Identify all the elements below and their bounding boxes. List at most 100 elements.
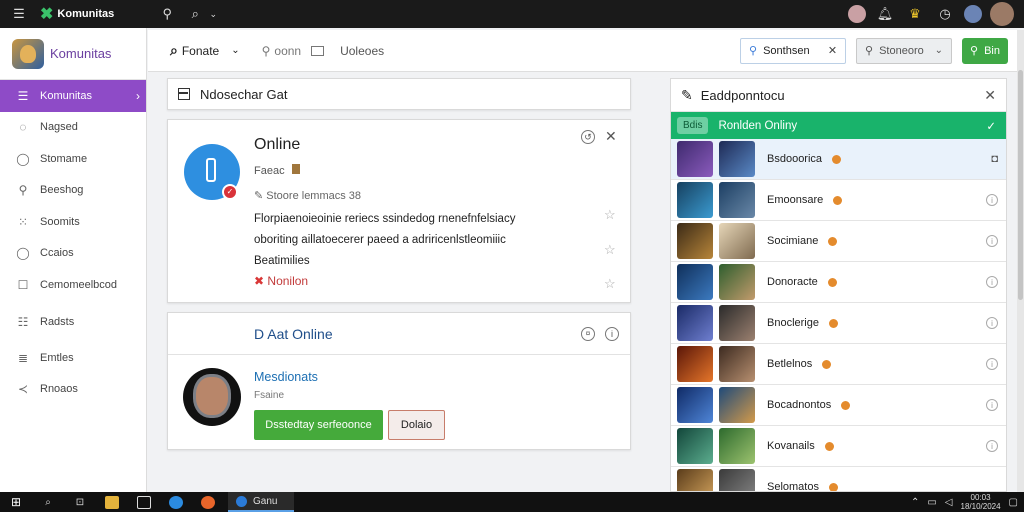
coin-icon — [828, 482, 838, 491]
action-button[interactable]: ⚲ Bin — [962, 37, 1008, 64]
star-icon[interactable]: ☆ — [604, 276, 616, 292]
sidebar-item-soomits[interactable]: ⁙ Soomits — [0, 206, 146, 238]
search-pill[interactable]: ⚲ Sonthsen ✕ — [740, 37, 847, 64]
sidebar-item-nagsed[interactable]: ◌ Nagsed — [0, 112, 146, 144]
post-avatar[interactable]: ✓ — [184, 144, 240, 200]
firefox-icon[interactable] — [192, 492, 224, 512]
sidebar-item-radsts[interactable]: ☷ Radsts — [0, 307, 146, 339]
hamburger-icon[interactable]: ☰ — [8, 3, 30, 25]
info-icon[interactable]: i — [986, 235, 998, 247]
settings-icon[interactable]: ¤ — [581, 327, 595, 341]
secondary-button[interactable]: Dolaio — [388, 410, 445, 440]
post-tag[interactable]: ✖ Nonilon — [254, 274, 308, 288]
pen-icon: ✎ — [254, 190, 264, 202]
notification-icon[interactable]: ▢ — [1009, 497, 1018, 508]
chevron-up-icon[interactable]: ⌃ — [911, 497, 919, 508]
list-item[interactable]: Bsdooorica ◘ — [671, 139, 1006, 180]
store-icon[interactable] — [128, 492, 160, 512]
post-body-line: oboriting aillatoecerer paeed a adririce… — [254, 234, 506, 246]
network-icon[interactable]: ▭ — [927, 497, 936, 508]
chat-icon[interactable]: ◘ — [991, 153, 998, 165]
list-item[interactable]: Bocadnontos i — [671, 385, 1006, 426]
list-item[interactable]: Betlelnos i — [671, 344, 1006, 385]
list-item-name: Kovanails — [767, 440, 815, 452]
post-body-line: Beatimilies — [254, 255, 310, 267]
file-explorer-icon[interactable] — [96, 492, 128, 512]
active-window-tab[interactable]: Ganu — [228, 492, 294, 512]
member-role: Fsaine — [254, 390, 285, 401]
primary-button[interactable]: Dsstedtay serfeoonce — [254, 410, 383, 440]
game-thumbnail — [677, 141, 713, 177]
windows-start-icon[interactable]: ⊞ — [0, 492, 32, 512]
info-icon[interactable]: i — [986, 276, 998, 288]
app-logo[interactable]: ✖ Komunitas — [40, 4, 114, 24]
sidebar-item-rnoaos[interactable]: ≺ Rnoaos — [0, 374, 146, 406]
location-icon[interactable]: ⚲ — [156, 3, 178, 25]
list-item[interactable]: Emoonsare i — [671, 180, 1006, 221]
sidebar-brand[interactable]: Komunitas — [0, 28, 146, 80]
star-icon[interactable]: ☆ — [604, 242, 616, 258]
sidebar-item-cemomeelbcod[interactable]: ☐ Cemomeelbcod — [0, 269, 146, 301]
sidebar-item-komunitas[interactable]: ☰ Komunitas › — [0, 80, 146, 112]
sidebar: Komunitas ☰ Komunitas › ◌ Nagsed ◯ Stoma… — [0, 28, 147, 492]
search-link-label: oonn — [274, 43, 302, 58]
info-icon[interactable]: i — [986, 194, 998, 206]
star-icon[interactable]: ☆ — [604, 207, 616, 223]
right-panel-header: ✎ Eaddponntocu ✕ — [671, 79, 1006, 112]
list-item-name: Emoonsare — [767, 194, 824, 206]
info-icon[interactable]: i — [986, 358, 998, 370]
list-item-name: Bnoclerige — [767, 317, 819, 329]
trophy-icon[interactable]: ♛ — [904, 3, 926, 25]
scrollbar[interactable] — [1017, 30, 1024, 492]
search-link[interactable]: ⚲ oonn — [262, 44, 302, 58]
clock[interactable]: 00:03 18/10/2024 — [961, 493, 1001, 511]
profile-avatar[interactable] — [990, 2, 1014, 26]
window-icon[interactable] — [311, 45, 325, 56]
close-icon[interactable]: ✕ — [605, 128, 617, 145]
bell-icon[interactable]: 🔔︎ — [874, 3, 896, 25]
list-item[interactable]: Selomatos — [671, 467, 1006, 491]
tab-uoleoes[interactable]: Uoleoes — [340, 44, 384, 58]
chevron-down-icon[interactable]: ⌄ — [202, 3, 224, 25]
filter-dropdown[interactable]: ⚲ Stoneoro ⌄ — [856, 37, 953, 64]
edge-icon[interactable] — [160, 492, 192, 512]
panel-icon — [178, 88, 190, 100]
post-tag-label: Nonilon — [267, 274, 309, 288]
info-icon[interactable]: i — [986, 399, 998, 411]
brand-name: Komunitas — [50, 46, 112, 61]
info-icon[interactable]: i — [605, 327, 619, 341]
browser-icon — [236, 495, 247, 507]
avatar[interactable] — [964, 5, 982, 23]
close-icon[interactable]: ✕ — [828, 44, 837, 57]
avatar[interactable] — [848, 5, 866, 23]
sidebar-item-emtles[interactable]: ≣ Emtles — [0, 342, 146, 374]
member-avatar[interactable] — [183, 368, 241, 426]
scrollbar-thumb[interactable] — [1018, 70, 1023, 300]
sidebar-item-ccaios[interactable]: ◯ Ccaios — [0, 238, 146, 270]
close-icon[interactable]: ✕ — [984, 87, 996, 104]
task-view-icon[interactable]: ⊡ — [64, 492, 96, 512]
game-thumbnail — [677, 428, 713, 464]
group-title: D Aat Online — [254, 326, 333, 342]
taskbar: ⊞ ⌕ ⊡ Ganu ⌃ ▭ ◁ 00:03 18/10/2024 ▢ — [0, 492, 1024, 512]
list-item[interactable]: Bnoclerige i — [671, 303, 1006, 344]
member-name[interactable]: Mesdionats — [254, 370, 318, 384]
list-item[interactable]: Socimiane i — [671, 221, 1006, 262]
info-icon[interactable]: i — [986, 317, 998, 329]
list-item[interactable]: Donoracte i — [671, 262, 1006, 303]
banner-tag: Bdis — [677, 117, 709, 134]
right-panel-banner[interactable]: Bdis Ronlden Onliny ✓ — [671, 112, 1006, 139]
primary-menu[interactable]: ⌕ Fonate ⌄ — [170, 42, 240, 59]
search-icon: ⚲ — [261, 43, 271, 58]
x-icon: ✖ — [254, 274, 265, 288]
sidebar-item-beeshog[interactable]: ⚲ Beeshog — [0, 175, 146, 207]
info-icon[interactable]: i — [986, 440, 998, 452]
game-thumbnail — [677, 346, 713, 382]
search-icon[interactable]: ⌕ — [32, 492, 64, 512]
reply-icon[interactable]: ↺ — [581, 130, 595, 144]
sidebar-item-stomame[interactable]: ◯ Stomame — [0, 143, 146, 175]
volume-icon[interactable]: ◁ — [945, 497, 953, 508]
list-item[interactable]: Kovanails i — [671, 426, 1006, 467]
clock-icon[interactable]: ◷ — [934, 3, 956, 25]
sidebar-item-label: Rnoaos — [40, 383, 78, 396]
